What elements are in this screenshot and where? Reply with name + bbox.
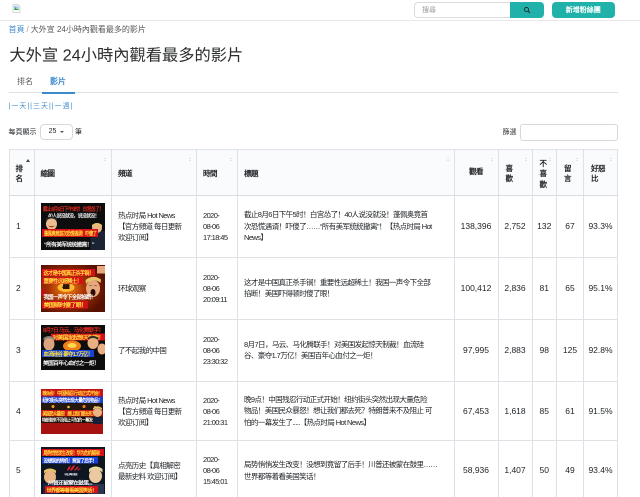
svg-text:晚9点！中国残忍行动正式开始！: 晚9点！中国残忍行动正式开始！ [42, 389, 102, 396]
svg-text:美国民众暴怒！想让我们都去死？: 美国民众暴怒！想让我们都去死？ [42, 410, 95, 417]
svg-text:川普还被蒙在鼓里....: 川普还被蒙在鼓里.... [46, 479, 93, 486]
svg-text:没想到的转机！竟留了后手！: 没想到的转机！竟留了后手！ [43, 457, 96, 464]
svg-text:HUAWEI: HUAWEI [64, 471, 77, 476]
svg-text:纽约街头突然出现大量危险物品！: 纽约街头突然出现大量危险物品！ [42, 396, 102, 403]
